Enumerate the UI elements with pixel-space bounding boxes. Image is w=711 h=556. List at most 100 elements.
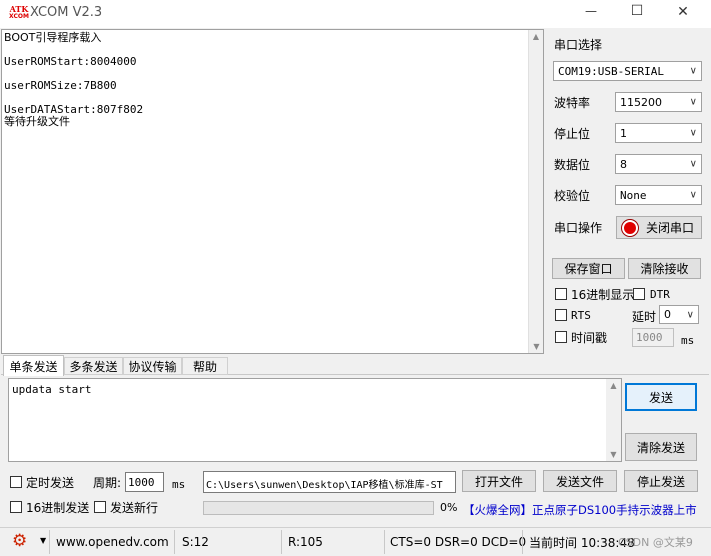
port-group-label: 串口选择 <box>554 37 603 52</box>
tab-single-send[interactable]: 单条发送 <box>3 355 64 376</box>
watermark: CSDN @文某9 <box>618 536 693 549</box>
send-newline-label: 发送新行 <box>110 500 159 515</box>
baud-select[interactable]: 115200 ∨ <box>615 92 702 112</box>
timestamp-input[interactable]: 1000 <box>632 328 674 347</box>
hex-send-label: 16进制发送 <box>26 500 90 515</box>
rts-label: RTS <box>571 308 591 322</box>
data-value: 8 <box>620 157 627 171</box>
period-input[interactable]: 1000 <box>125 472 164 492</box>
scroll-up-icon[interactable]: ▲ <box>529 32 543 41</box>
receive-line: BOOT引导程序载入 <box>4 31 102 44</box>
stop-label: 停止位 <box>554 126 591 141</box>
file-path-value: C:\Users\sunwen\Desktop\IAP移植\标准库-ST <box>206 480 443 491</box>
dtr-checkbox[interactable] <box>633 288 645 300</box>
parity-value: None <box>620 188 647 202</box>
clear-send-button[interactable]: 清除发送 <box>625 433 697 461</box>
logo-top: ATK <box>9 4 29 14</box>
record-icon <box>622 219 638 236</box>
dtr-label: DTR <box>650 287 670 301</box>
period-unit: ms <box>172 477 186 491</box>
timestamp-unit: ms <box>681 333 695 347</box>
logo-bottom: XCOM <box>9 13 29 20</box>
receive-line: userROMSize:7B800 <box>4 79 117 92</box>
scroll-down-icon[interactable]: ▼ <box>529 342 544 351</box>
timestamp-label: 时间戳 <box>571 330 608 345</box>
send-button[interactable]: 发送 <box>625 383 697 411</box>
scroll-up-icon[interactable]: ▲ <box>606 381 621 390</box>
title-bar: ATK XCOM XCOM V2.3 — ☐ ✕ <box>0 0 711 28</box>
chevron-down-icon: ∨ <box>689 189 697 201</box>
line-status: CTS=0 DSR=0 DCD=0 <box>390 535 527 549</box>
stop-value: 1 <box>620 126 627 140</box>
data-select[interactable]: 8 ∨ <box>615 154 702 174</box>
website-link[interactable]: www.openedv.com <box>56 534 169 550</box>
close-port-button[interactable]: 关闭串口 <box>616 216 702 239</box>
rts-checkbox[interactable] <box>555 309 567 321</box>
send-input[interactable]: updata start ▲ ▼ <box>8 378 622 462</box>
save-window-button[interactable]: 保存窗口 <box>552 258 625 279</box>
app-logo: ATK XCOM <box>8 5 30 23</box>
parity-select[interactable]: None ∨ <box>615 185 702 205</box>
clear-receive-button[interactable]: 清除接收 <box>628 258 701 279</box>
ad-link[interactable]: 【火爆全网】正点原子DS100手持示波器上市 <box>463 502 697 518</box>
window-title: XCOM V2.3 <box>30 5 103 20</box>
received-count: R:105 <box>288 535 323 549</box>
tab-multi-send[interactable]: 多条发送 <box>64 357 123 375</box>
settings-dropdown-icon[interactable]: ▼ <box>40 536 46 545</box>
gear-icon[interactable]: ⚙ <box>12 531 27 551</box>
tab-protocol[interactable]: 协议传输 <box>123 357 182 375</box>
tab-label: 单条发送 <box>9 359 58 374</box>
delay-value: 0 <box>664 308 671 321</box>
stop-select[interactable]: 1 ∨ <box>615 123 702 143</box>
receive-area[interactable]: BOOT引导程序载入 UserROMStart:8004000 userROMS… <box>1 29 544 354</box>
close-button[interactable]: ✕ <box>668 4 698 24</box>
tab-help[interactable]: 帮助 <box>182 357 228 375</box>
baud-value: 115200 <box>620 95 662 109</box>
send-text: updata start <box>12 383 92 396</box>
port-select[interactable]: COM19:USB-SERIAL ∨ <box>553 61 702 81</box>
timed-send-label: 定时发送 <box>26 475 75 490</box>
scroll-down-icon[interactable]: ▼ <box>606 450 621 459</box>
chevron-down-icon: ∨ <box>689 127 697 139</box>
receive-line: 等待升级文件 <box>4 115 70 128</box>
send-scrollbar[interactable]: ▲ ▼ <box>606 379 621 461</box>
timed-send-checkbox[interactable] <box>10 476 22 488</box>
chevron-down-icon: ∨ <box>689 158 697 170</box>
delay-label: 延时 <box>632 309 657 324</box>
close-port-label: 关闭串口 <box>646 221 695 235</box>
hex-send-checkbox[interactable] <box>10 501 22 513</box>
progress-bar <box>203 501 434 515</box>
period-value: 1000 <box>128 476 155 489</box>
baud-label: 波特率 <box>554 95 591 110</box>
stop-send-button[interactable]: 停止发送 <box>624 470 698 492</box>
status-divider <box>281 530 282 554</box>
send-file-button[interactable]: 发送文件 <box>543 470 617 492</box>
port-value: COM19:USB-SERIAL <box>558 64 664 78</box>
file-path-input[interactable]: C:\Users\sunwen\Desktop\IAP移植\标准库-ST <box>203 471 456 493</box>
open-file-button[interactable]: 打开文件 <box>462 470 536 492</box>
parity-label: 校验位 <box>554 188 591 203</box>
timestamp-value: 1000 <box>636 331 663 344</box>
sent-count: S:12 <box>182 535 209 549</box>
send-newline-checkbox[interactable] <box>94 501 106 513</box>
minimize-button[interactable]: — <box>576 4 606 24</box>
delay-select[interactable]: 0 ∨ <box>659 305 699 324</box>
status-divider <box>522 530 523 554</box>
tab-label: 协议传输 <box>128 359 177 374</box>
receive-scrollbar[interactable]: ▲ ▼ <box>528 30 543 353</box>
serial-op-label: 串口操作 <box>554 220 603 235</box>
status-divider <box>174 530 175 554</box>
receive-line: UserROMStart:8004000 <box>4 55 137 68</box>
hex-display-checkbox[interactable] <box>555 288 567 300</box>
tab-label: 多条发送 <box>69 359 118 374</box>
status-bar: ⚙ ▼ www.openedv.com S:12 R:105 CTS=0 DSR… <box>0 527 711 556</box>
maximize-button[interactable]: ☐ <box>622 3 652 23</box>
timestamp-checkbox[interactable] <box>555 331 567 343</box>
chevron-down-icon: ∨ <box>689 65 697 77</box>
chevron-down-icon: ∨ <box>689 96 697 108</box>
receive-text: BOOT引导程序载入 UserROMStart:8004000 userROMS… <box>4 32 143 128</box>
status-divider <box>384 530 385 554</box>
chevron-down-icon: ∨ <box>686 309 694 320</box>
data-label: 数据位 <box>554 157 591 172</box>
hex-display-label: 16进制显示 <box>571 287 635 302</box>
